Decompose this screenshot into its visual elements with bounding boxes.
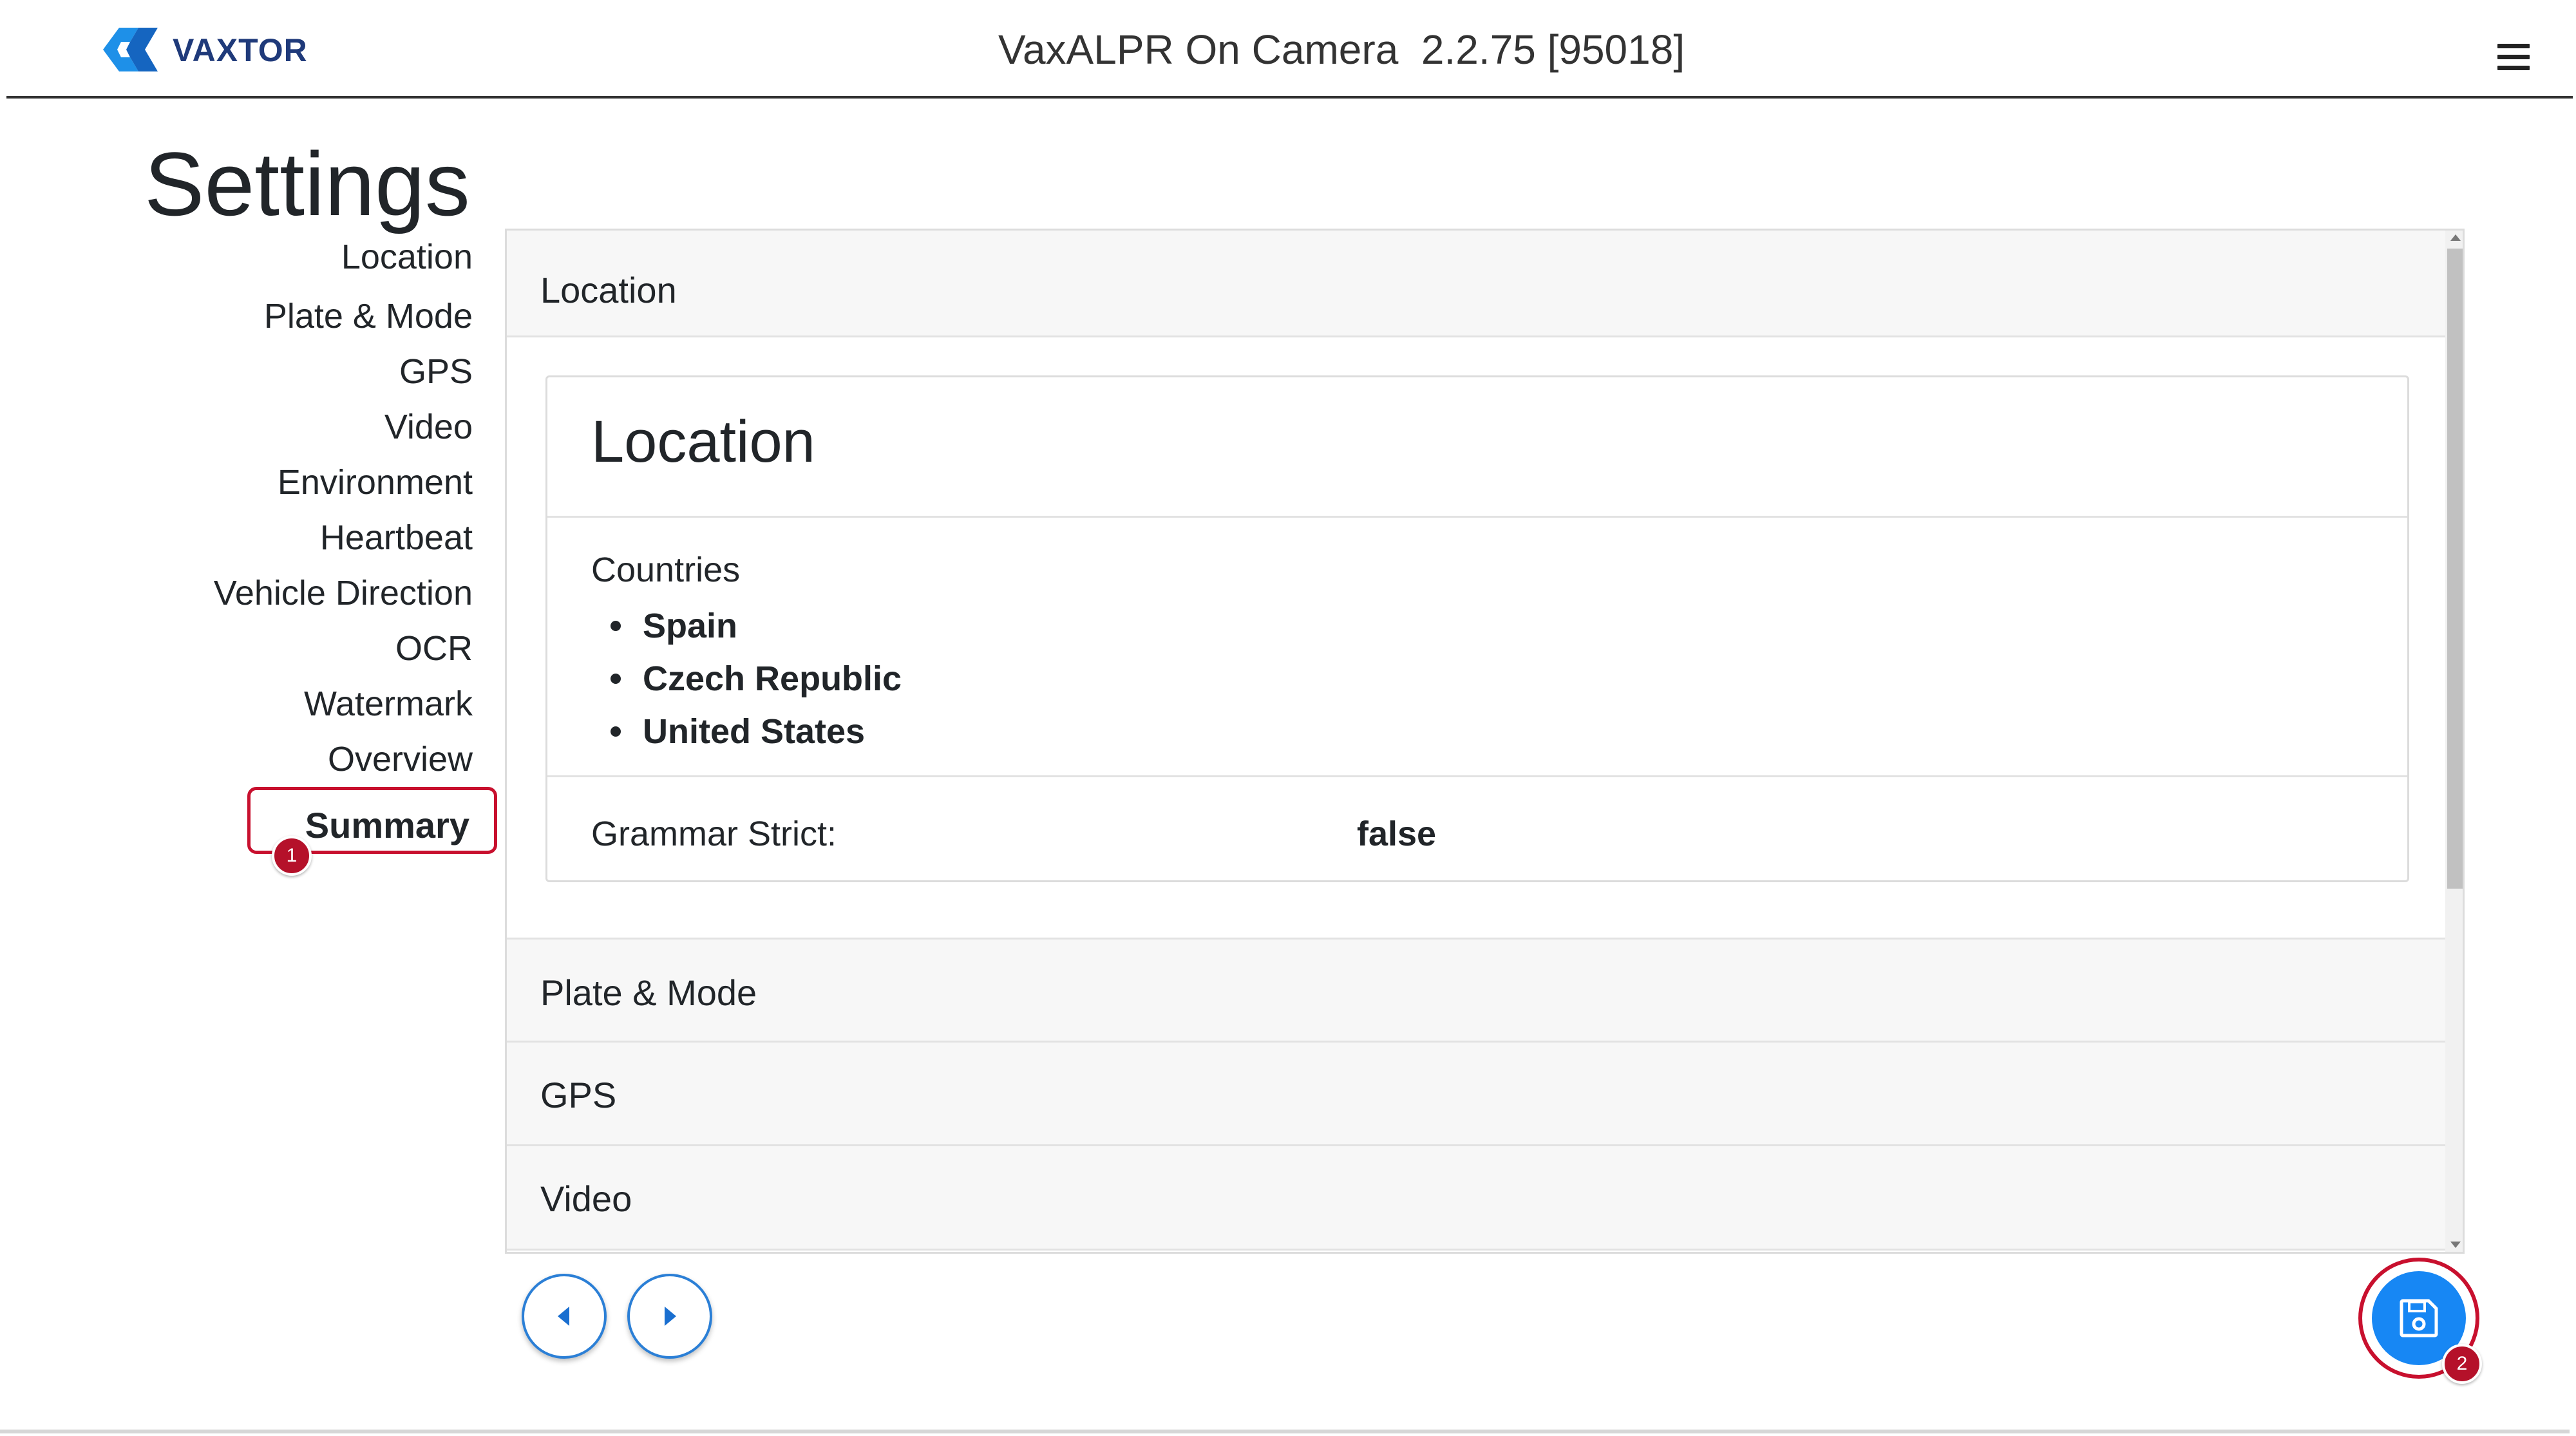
scroll-down-icon[interactable]	[2450, 1242, 2461, 1248]
sidebar-item-overview[interactable]: Overview	[328, 739, 473, 779]
top-bar: VAXTOR VaxALPR On Camera 2.2.75 [95018]	[0, 0, 2576, 98]
card-divider	[547, 516, 2407, 518]
bullet-icon	[611, 621, 621, 631]
sidebar-item-ocr[interactable]: OCR	[395, 628, 473, 668]
list-item: United States	[591, 705, 902, 758]
scrollbar-thumb[interactable]	[2447, 249, 2463, 889]
accordion-header-location[interactable]: Location	[507, 231, 2445, 337]
page-title: Settings	[144, 133, 470, 234]
caret-left-icon	[558, 1307, 569, 1326]
caret-right-icon	[665, 1307, 676, 1326]
country-name: Spain	[643, 607, 738, 645]
hamburger-menu-icon[interactable]	[2497, 44, 2530, 71]
sidebar-item-watermark[interactable]: Watermark	[304, 684, 473, 724]
sidebar-item-location[interactable]: Location	[341, 237, 473, 277]
list-item: Czech Republic	[591, 652, 902, 705]
grammar-strict-label: Grammar Strict:	[591, 815, 837, 853]
header-divider	[6, 96, 2573, 99]
footer-divider	[0, 1430, 2570, 1433]
app-title: VaxALPR On Camera 2.2.75 [95018]	[998, 26, 1685, 73]
country-name: Czech Republic	[643, 659, 902, 698]
card-title: Location	[591, 409, 815, 475]
annotation-badge-1: 1	[272, 836, 312, 876]
previous-button[interactable]	[522, 1274, 607, 1359]
countries-label: Countries	[591, 551, 741, 589]
grammar-strict-value: false	[1357, 815, 1437, 853]
card-divider	[547, 775, 2407, 777]
sidebar-item-video[interactable]: Video	[384, 407, 473, 447]
sidebar-item-vehicle-direction[interactable]: Vehicle Direction	[214, 573, 473, 613]
floppy-disk-icon	[2400, 1299, 2438, 1337]
accordion-header-plate-mode[interactable]: Plate & Mode	[507, 938, 2445, 1043]
annotation-badge-2: 2	[2442, 1344, 2482, 1384]
sidebar-item-heartbeat[interactable]: Heartbeat	[320, 518, 473, 558]
vaxtor-logo[interactable]: VAXTOR	[90, 23, 308, 77]
accordion-header-gps[interactable]: GPS	[507, 1043, 2445, 1146]
bullet-icon	[611, 674, 621, 684]
sidebar-item-plate-mode[interactable]: Plate & Mode	[264, 296, 473, 336]
vaxtor-logo-icon	[103, 28, 158, 71]
bullet-icon	[611, 726, 621, 737]
list-item: Spain	[591, 600, 902, 652]
brand-name: VAXTOR	[173, 32, 308, 68]
scroll-up-icon[interactable]	[2450, 234, 2461, 241]
sidebar-item-summary[interactable]: Summary	[305, 804, 469, 846]
country-list: Spain Czech Republic United States	[591, 600, 902, 758]
accordion-header-video[interactable]: Video	[507, 1146, 2445, 1251]
sidebar-item-environment[interactable]: Environment	[278, 462, 473, 502]
sidebar-item-gps[interactable]: GPS	[399, 352, 473, 392]
next-button[interactable]	[627, 1274, 712, 1359]
panel-scrollbar[interactable]	[2445, 231, 2463, 1252]
location-card: Location Countries Spain Czech Republic …	[545, 375, 2409, 882]
country-name: United States	[643, 712, 866, 751]
settings-panel: Location Location Countries Spain Czech …	[505, 229, 2465, 1254]
